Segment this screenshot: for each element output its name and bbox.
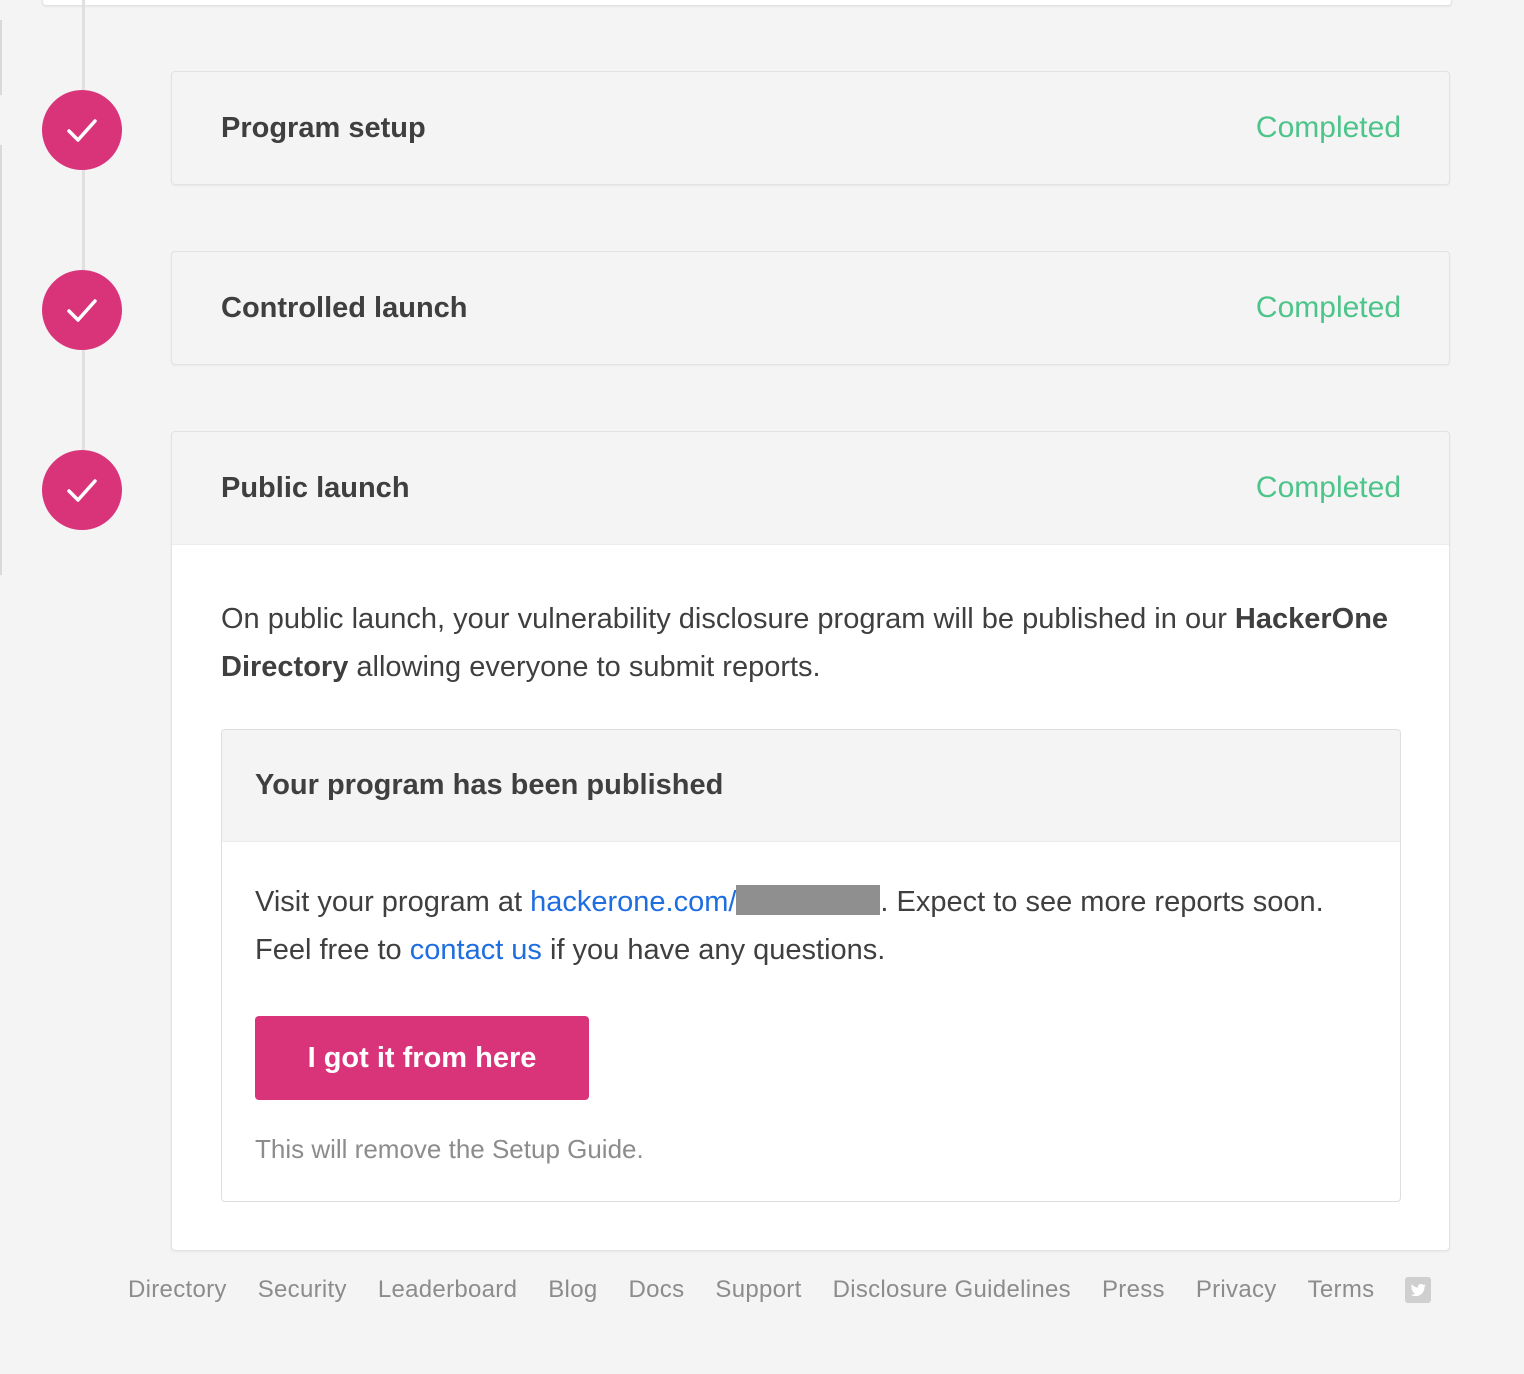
step-title: Program setup [221, 111, 426, 144]
step-complete-indicator [42, 90, 122, 170]
dismiss-setup-guide-button[interactable]: I got it from here [255, 1016, 589, 1100]
checkmark-icon [67, 299, 97, 322]
step-status: Completed [1255, 291, 1401, 324]
step-header[interactable]: Program setup Completed [172, 72, 1449, 184]
footer: Directory Security Leaderboard Blog Docs… [128, 1276, 1452, 1304]
footer-link-terms[interactable]: Terms [1308, 1276, 1375, 1304]
step-title: Public launch [221, 471, 410, 504]
redacted-handle [736, 885, 881, 915]
twitter-bird-icon [1411, 1283, 1427, 1297]
previous-card [42, 0, 1452, 6]
step-header[interactable]: Public launch Completed [172, 432, 1449, 544]
public-launch-description: On public launch, your vulnerability dis… [221, 595, 1401, 691]
timeline-line [82, 0, 85, 490]
contact-us-link[interactable]: contact us [410, 934, 542, 966]
dismiss-hint: This will remove the Setup Guide. [255, 1134, 644, 1164]
step-card-controlled-launch[interactable]: Controlled launch Completed [171, 251, 1450, 365]
published-message: Visit your program at hackerone.com/. Ex… [255, 878, 1367, 974]
published-notice: Your program has been published Visit yo… [221, 729, 1401, 1202]
step-complete-indicator [42, 450, 122, 530]
message-text: Visit your program at [255, 886, 531, 918]
message-text: if you have any questions. [541, 934, 886, 966]
footer-link-security[interactable]: Security [258, 1276, 347, 1304]
step-card-program-setup[interactable]: Program setup Completed [171, 71, 1450, 185]
checkmark-icon [67, 119, 97, 142]
footer-link-directory[interactable]: Directory [128, 1276, 227, 1304]
twitter-icon[interactable] [1405, 1277, 1432, 1303]
footer-link-blog[interactable]: Blog [548, 1276, 597, 1304]
step-body: On public launch, your vulnerability dis… [172, 544, 1449, 1250]
setup-guide-page: Program setup Completed Controlled launc… [0, 0, 1524, 1374]
edge-divider [0, 145, 2, 575]
published-body: Visit your program at hackerone.com/. Ex… [222, 842, 1400, 1201]
step-complete-indicator [42, 270, 122, 350]
published-title: Your program has been published [222, 730, 1400, 842]
step-header[interactable]: Controlled launch Completed [172, 252, 1449, 364]
footer-link-docs[interactable]: Docs [629, 1276, 685, 1304]
footer-link-disclosure-guidelines[interactable]: Disclosure Guidelines [833, 1276, 1071, 1304]
footer-link-press[interactable]: Press [1102, 1276, 1165, 1304]
description-text: allowing everyone to submit reports. [348, 651, 821, 683]
step-status: Completed [1255, 111, 1401, 144]
step-card-public-launch: Public launch Completed On public launch… [171, 431, 1450, 1251]
footer-link-leaderboard[interactable]: Leaderboard [378, 1276, 517, 1304]
step-status: Completed [1255, 471, 1401, 504]
footer-link-privacy[interactable]: Privacy [1196, 1276, 1277, 1304]
step-title: Controlled launch [221, 291, 468, 324]
checkmark-icon [67, 479, 97, 502]
footer-link-support[interactable]: Support [715, 1276, 801, 1304]
program-url-link[interactable]: hackerone.com/ [530, 886, 736, 918]
edge-divider [0, 20, 2, 95]
description-text: On public launch, your vulnerability dis… [221, 603, 1235, 635]
